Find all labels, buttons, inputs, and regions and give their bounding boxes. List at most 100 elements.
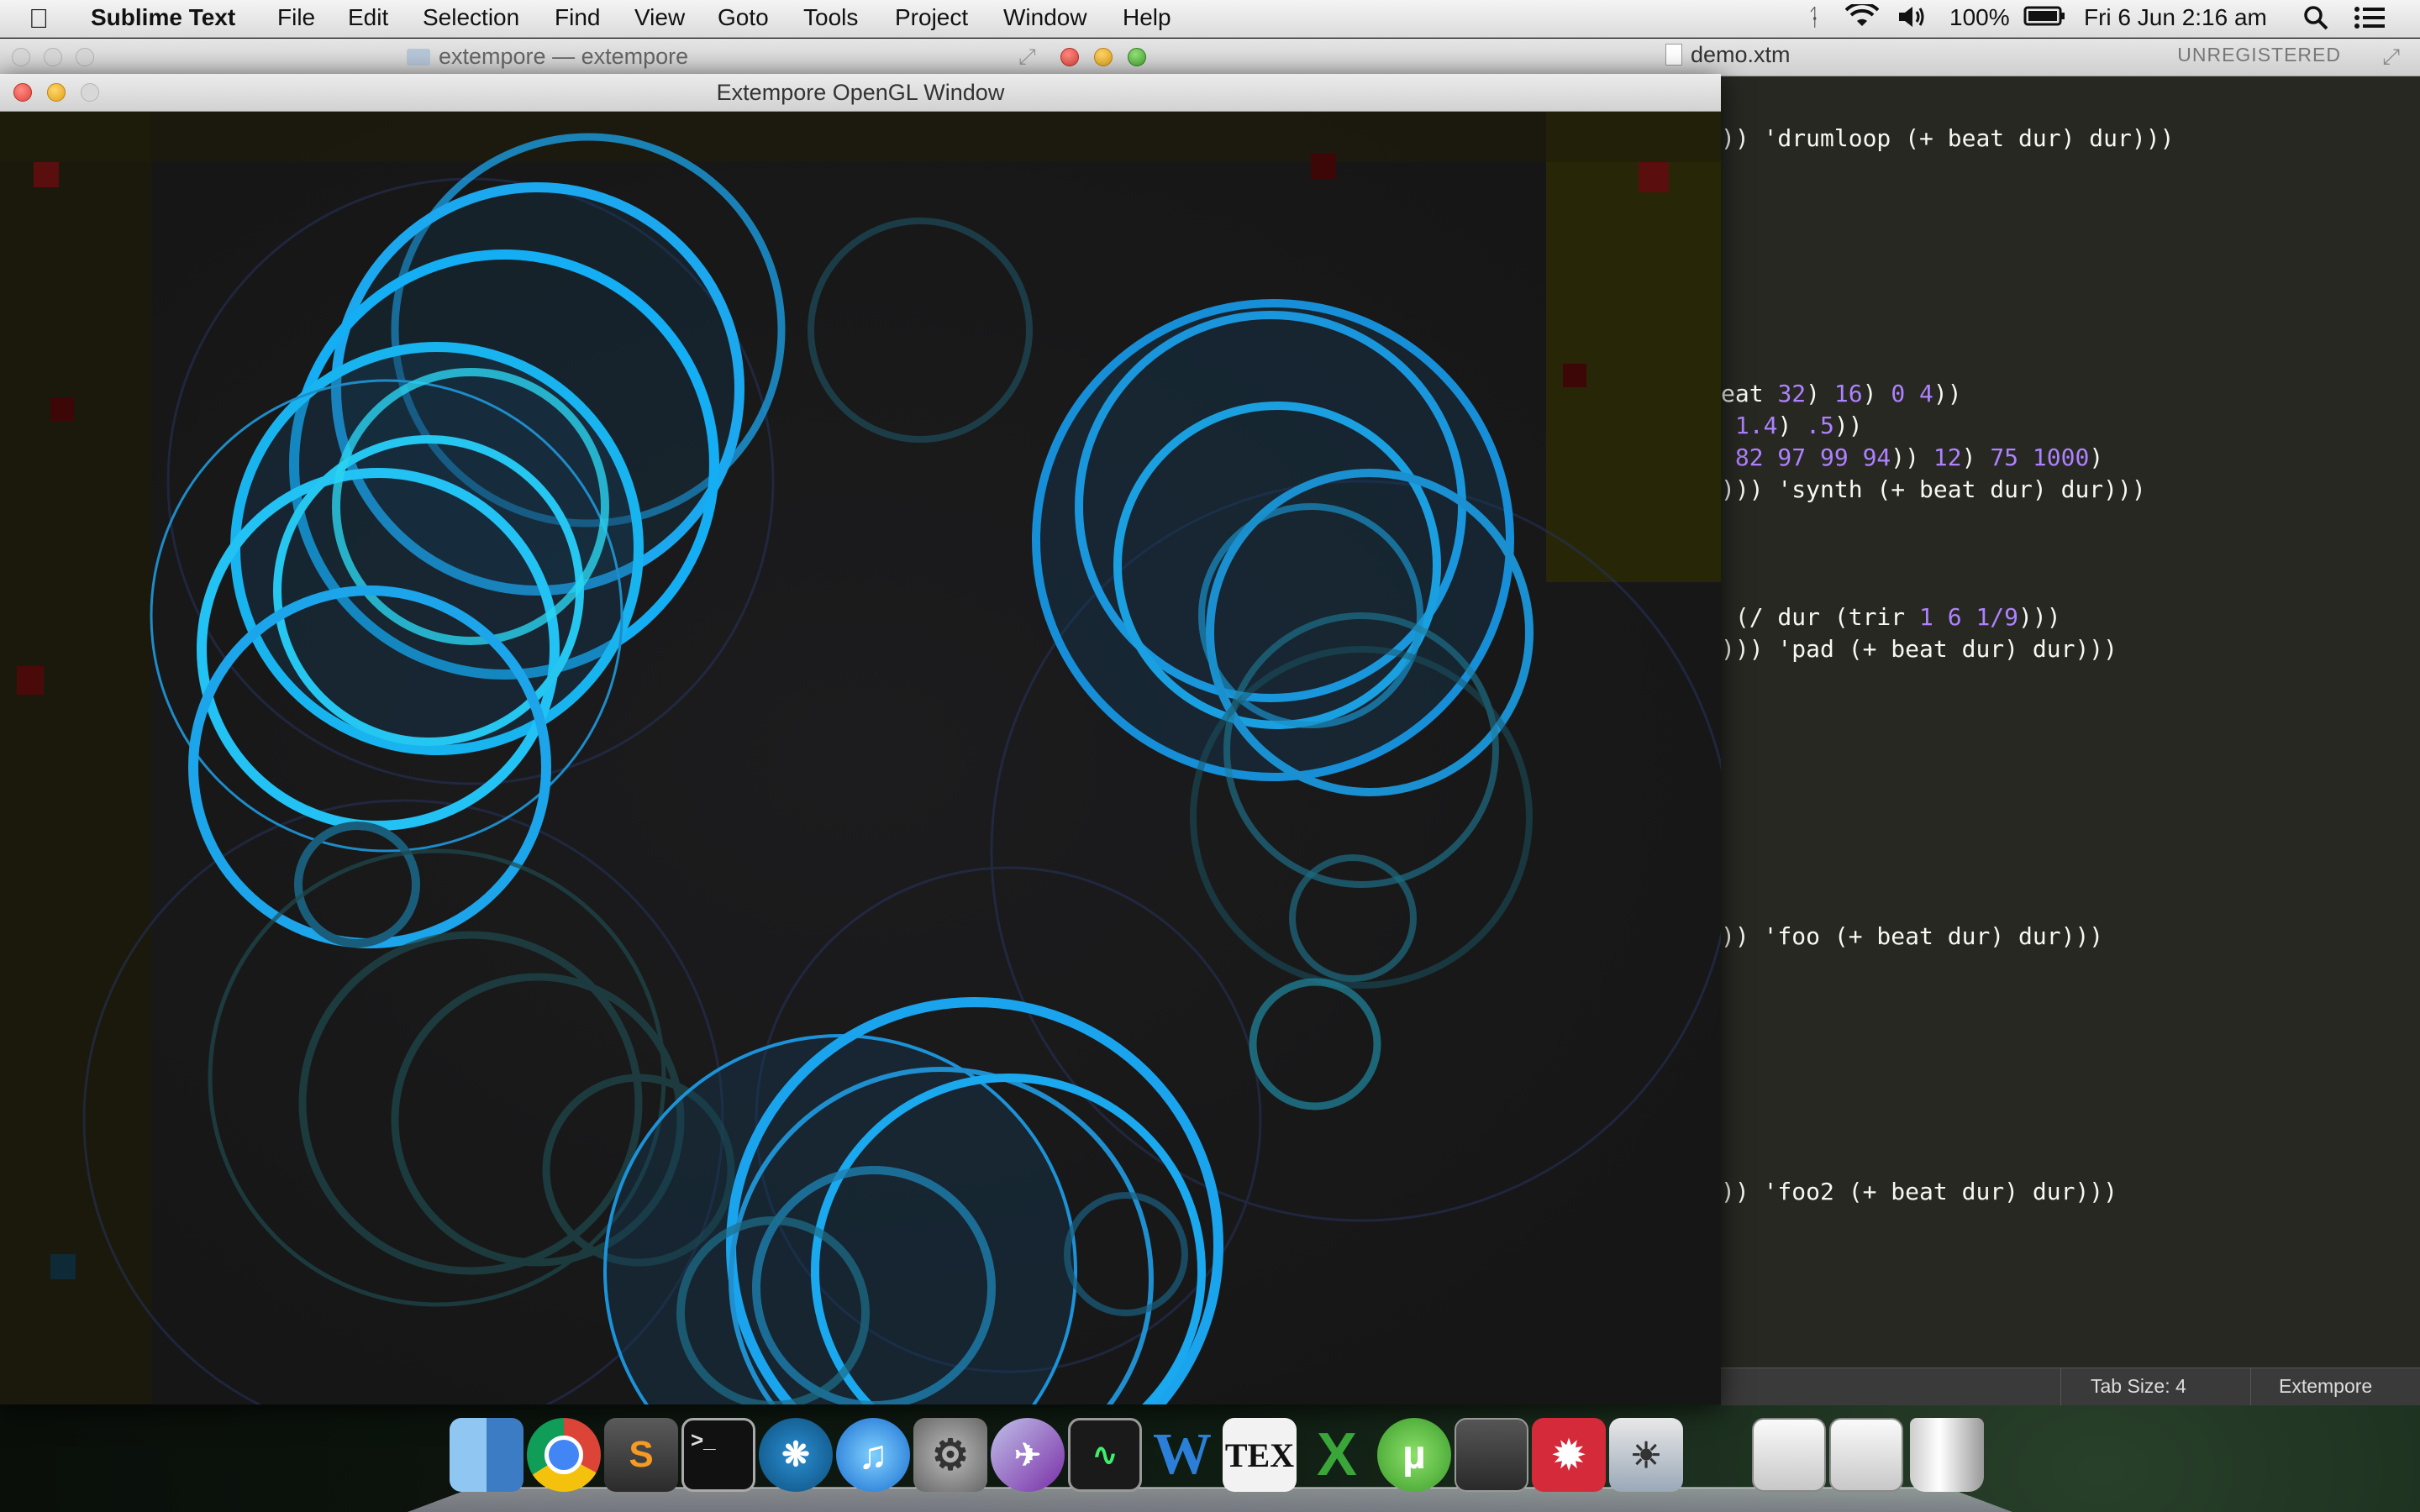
console-icon[interactable] (1455, 1418, 1528, 1492)
volume-icon[interactable] (1897, 4, 1926, 35)
launchpad-icon[interactable]: ✈ (991, 1418, 1065, 1492)
chrome-icon[interactable] (527, 1418, 601, 1492)
sublime-text-icon[interactable]: S (604, 1418, 678, 1492)
project-window-zoom-button[interactable] (76, 48, 94, 66)
battery-icon[interactable] (2023, 4, 2067, 34)
code-number-literal: 75 (1990, 444, 2019, 471)
menu-tools[interactable]: Tools (803, 4, 858, 31)
menu-file[interactable]: File (277, 4, 315, 31)
code-line: )) 'foo2 (+ beat dur) dur))) (1721, 1178, 2118, 1205)
code-number-literal: 82 97 99 94 (1734, 444, 1891, 471)
menu-find[interactable]: Find (555, 4, 600, 31)
code-number-literal: 1.4 (1734, 412, 1778, 439)
opengl-window: Extempore OpenGL Window (0, 74, 1721, 1404)
code-number-literal: 6 (1947, 603, 1962, 631)
trash-icon[interactable] (1910, 1418, 1984, 1492)
menu-help[interactable]: Help (1123, 4, 1171, 31)
activity-monitor-icon[interactable]: ∿ (1068, 1418, 1142, 1492)
code-number-literal: 1 (1919, 603, 1933, 631)
code-text: )) (1721, 124, 1749, 152)
fullscreen-icon[interactable]: ⤢ (1018, 44, 1036, 71)
code-text: 'pad (+ beat dur) dur))) (1763, 635, 2118, 663)
clock[interactable]: Fri 6 Jun 2:16 am (2084, 4, 2267, 31)
editor-minimize-button[interactable] (1094, 48, 1113, 66)
mendeley-icon[interactable]: ✹ (1532, 1418, 1606, 1492)
spotlight-search-icon[interactable] (2302, 4, 2329, 37)
code-line: ))) 'pad (+ beat dur) dur))) (1721, 635, 2118, 663)
syntax-selector[interactable]: Extempore (2279, 1375, 2372, 1398)
itunes-icon[interactable]: ♫ (836, 1418, 910, 1492)
code-text: ))) (2018, 603, 2061, 631)
bluetooth-icon[interactable]: ᛑ (1807, 4, 1821, 31)
code-text: 'synth (+ beat dur) dur))) (1763, 475, 2146, 503)
folder-icon (407, 49, 430, 66)
menu-goto[interactable]: Goto (718, 4, 769, 31)
status-divider (2250, 1368, 2251, 1405)
terminal-icon[interactable]: >_ (681, 1418, 755, 1492)
editor-close-button[interactable] (1060, 48, 1079, 66)
menu-window[interactable]: Window (1003, 4, 1087, 31)
opengl-canvas[interactable] (0, 112, 1721, 1404)
wifi-icon[interactable] (1844, 2, 1880, 35)
code-number-literal: 32 (1777, 380, 1807, 407)
code-number-literal: 1000 (2032, 444, 2090, 471)
status-divider (2060, 1368, 2061, 1405)
extempore-icon[interactable]: ❋ (759, 1418, 833, 1492)
utorrent-icon[interactable]: µ (1377, 1418, 1451, 1492)
code-line: 82 97 99 94)) 12) 75 1000) (1721, 444, 2103, 471)
documents-stack-icon[interactable] (1829, 1418, 1903, 1492)
code-number-literal: 12 (1933, 444, 1962, 471)
editor-zoom-button[interactable] (1128, 48, 1146, 66)
code-text: ) (1961, 444, 1991, 471)
dock: S >_ ❋ ♫ ⚙ ✈ ∿ W TEX X µ ✹ ☀ (408, 1418, 2012, 1512)
code-line: ))) 'synth (+ beat dur) dur))) (1721, 475, 2146, 503)
editor-window-title: demo.xtm (1665, 42, 1791, 68)
code-line: )) 'drumloop (+ beat dur) dur))) (1721, 124, 2174, 152)
code-number-literal: 0 (1891, 380, 1906, 407)
code-text: )) (1833, 412, 1863, 439)
menu-selection[interactable]: Selection (423, 4, 519, 31)
opengl-title-bar: Extempore OpenGL Window (0, 74, 1721, 112)
finder-icon[interactable] (450, 1418, 523, 1492)
tab-size-selector[interactable]: Tab Size: 4 (2091, 1375, 2186, 1398)
code-line: 1.4) .5)) (1721, 412, 1863, 439)
opengl-window-title: Extempore OpenGL Window (716, 80, 1005, 105)
code-text: 'foo2 (+ beat dur) dur))) (1749, 1178, 2118, 1205)
code-text: ))) (1721, 475, 1764, 503)
code-text: )) (1721, 922, 1749, 950)
project-window-close-button[interactable] (12, 48, 30, 66)
notification-center-icon[interactable] (2353, 4, 2386, 37)
code-text: ) (1862, 380, 1891, 407)
code-line: (/ dur (trir 1 6 1/9))) (1721, 603, 2061, 631)
code-text: ) (1806, 380, 1834, 407)
code-line: )) 'foo (+ beat dur) dur))) (1721, 922, 2103, 950)
fullscreen-icon[interactable]: ⤢ (2382, 44, 2400, 71)
menu-project[interactable]: Project (895, 4, 968, 31)
texshop-icon[interactable]: TEX (1223, 1418, 1297, 1492)
menu-edit[interactable]: Edit (348, 4, 388, 31)
status-bar: Tab Size: 4 Extempore (1721, 1368, 2420, 1405)
project-window-title: extempore — extempore (407, 44, 688, 70)
battery-percent: 100% (1949, 4, 2010, 30)
code-number-literal: 16 (1833, 380, 1863, 407)
preview-icon[interactable]: ☀ (1609, 1418, 1683, 1492)
project-window-minimize-button[interactable] (44, 48, 62, 66)
visualization-graphic (0, 112, 1721, 1404)
code-text: eat (1721, 380, 1778, 407)
menu-view[interactable]: View (634, 4, 685, 31)
code-number-literal: .5 (1806, 412, 1834, 439)
app-menu[interactable]: Sublime Text (91, 4, 235, 31)
downloads-stack-icon[interactable] (1752, 1418, 1826, 1492)
sublime-title-bar: extempore — extempore ⤢ demo.xtm UNREGIS… (0, 39, 2420, 76)
code-text: )) (1891, 444, 1933, 471)
system-preferences-icon[interactable]: ⚙ (913, 1418, 987, 1492)
word-icon[interactable]: W (1145, 1418, 1219, 1492)
code-text: ))) (1721, 635, 1764, 663)
excel-icon[interactable]: X (1300, 1418, 1374, 1492)
